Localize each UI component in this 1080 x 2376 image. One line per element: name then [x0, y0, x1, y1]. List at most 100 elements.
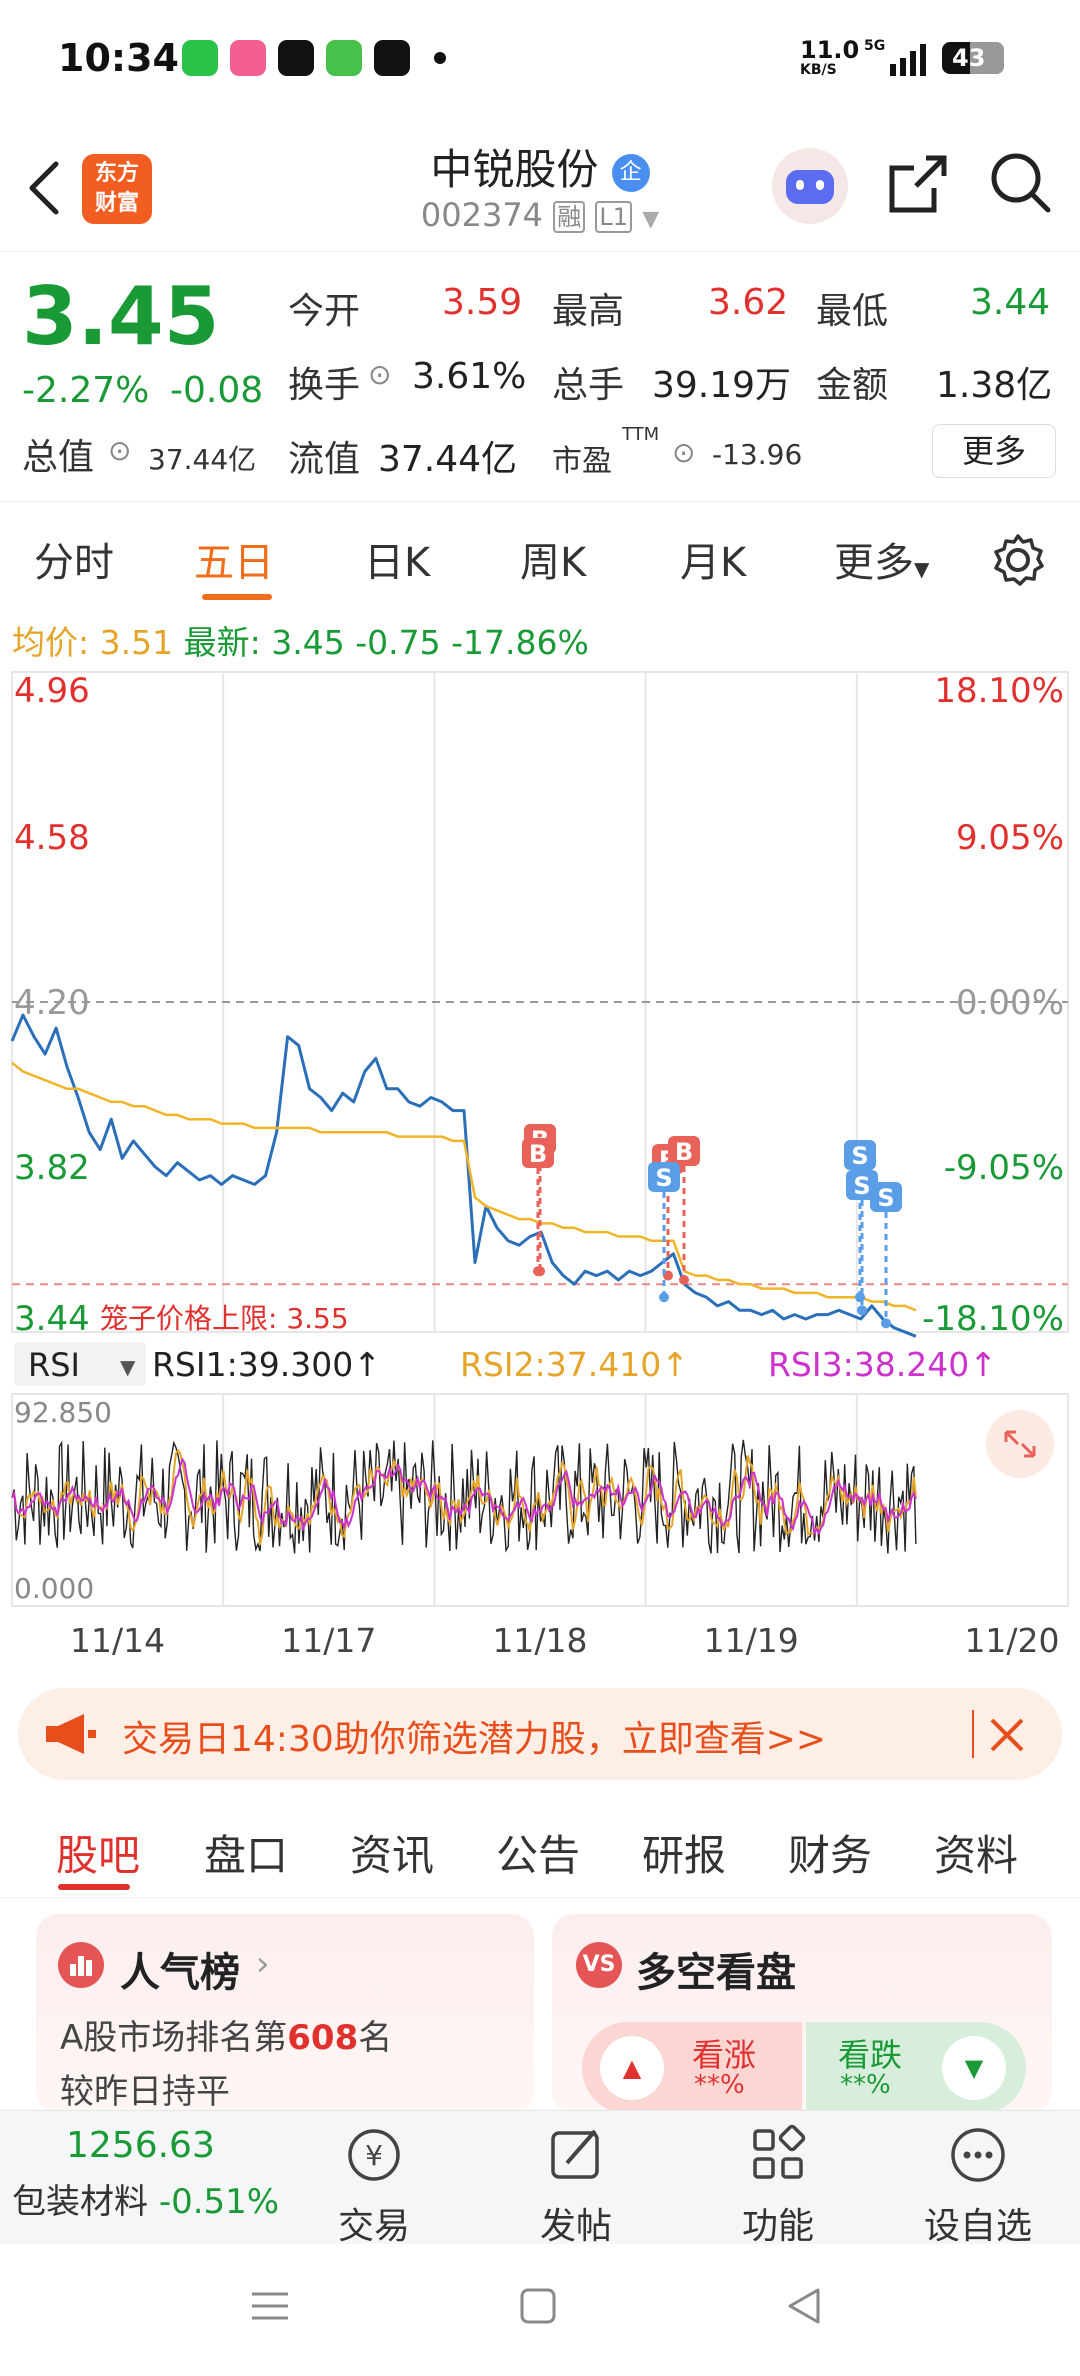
- volume-label: 总手: [552, 365, 625, 406]
- marker-dot: [679, 1274, 689, 1285]
- sell-marker-label: S: [877, 1184, 894, 1212]
- bilibili-icon: [230, 40, 266, 76]
- tab-research[interactable]: 研报: [642, 1822, 726, 1883]
- vs-icon: VS: [576, 1942, 622, 1988]
- high-value: 3.62: [708, 282, 789, 323]
- tab-five-day[interactable]: 五日: [194, 530, 274, 588]
- back-triangle-icon[interactable]: [782, 2284, 826, 2328]
- down-triangle-icon: ▼: [942, 2036, 1006, 2100]
- tab-more[interactable]: 更多▼: [834, 530, 929, 588]
- y-tick-right: 18.10%: [934, 671, 1064, 711]
- latest-change: -0.75: [355, 623, 441, 662]
- settings-gear-icon[interactable]: [990, 532, 1046, 588]
- buy-marker-label: B: [675, 1138, 693, 1166]
- tab-profile[interactable]: 资料: [934, 1822, 1018, 1883]
- sector-row: 包装材料 -0.51%: [12, 2174, 300, 2223]
- level-tag: L1: [595, 201, 633, 233]
- bullbear-title: 多空看盘: [636, 1950, 796, 1996]
- expand-icon: [986, 1410, 1054, 1478]
- turnover-info-icon[interactable]: ⊙: [368, 358, 391, 391]
- grid-apps-icon: [753, 2124, 806, 2179]
- x-tick-label: 11/18: [492, 1621, 587, 1660]
- amount-value: 1.38亿: [936, 365, 1053, 406]
- pe-value: -13.96: [712, 438, 803, 471]
- svg-text:¥: ¥: [365, 2139, 383, 2172]
- nav-functions-label: 功能: [741, 2206, 814, 2247]
- pe-sup: TTM: [622, 424, 660, 445]
- net-speed: 11.0: [800, 36, 860, 64]
- menu-icon[interactable]: [248, 2284, 292, 2328]
- share-icon[interactable]: [886, 152, 950, 216]
- stock-name: 中锐股份: [430, 145, 599, 194]
- home-icon[interactable]: [516, 2284, 560, 2328]
- dropdown-icon: ▼: [642, 207, 660, 232]
- tab-news[interactable]: 资讯: [350, 1822, 434, 1883]
- nav-functions[interactable]: 功能: [698, 2123, 858, 2249]
- robot-assistant-icon[interactable]: [772, 148, 848, 224]
- clock: 10:34: [58, 36, 179, 80]
- rsi-tick-bottom: 0.000: [14, 1572, 94, 1605]
- close-icon[interactable]: [986, 1714, 1028, 1756]
- rank-number: 608: [287, 2018, 359, 2058]
- x-axis-date-labels: 11/14 11/17 11/18 11/19 11/20: [70, 1621, 1060, 1660]
- sell-marker-label: S: [655, 1164, 672, 1192]
- current-price: 3.45: [22, 270, 220, 363]
- avg-line: [11, 1061, 917, 1312]
- avg-latest-row: 均价: 3.51 最新: 3.45 -0.75 -17.86%: [12, 616, 589, 664]
- tab-monthly-k[interactable]: 月K: [680, 530, 746, 588]
- bear-button[interactable]: 看跌 **% ▼: [806, 2022, 1026, 2114]
- y-tick-left: 3.44: [14, 1299, 90, 1339]
- sell-marker-label: S: [853, 1172, 870, 1200]
- rsi-selector-caret-icon: ▼: [120, 1355, 136, 1379]
- nav-post[interactable]: 发帖: [496, 2123, 656, 2249]
- pe-label: 市盈: [552, 444, 612, 479]
- more-button[interactable]: 更多: [932, 424, 1056, 478]
- rsi-tick-top: 92.850: [14, 1396, 112, 1429]
- nav-add-watchlist-label: 设自选: [923, 2206, 1032, 2247]
- battery-icon: 43: [942, 42, 1004, 74]
- quote-panel: 3.45 -2.27% -0.08 总值 ⊙ 37.44亿 今开 3.59 最高…: [0, 252, 1080, 502]
- popularity-card[interactable]: 人气榜 › A股市场排名第608名 较昨日持平: [36, 1914, 534, 2114]
- tab-daily-k[interactable]: 日K: [364, 530, 430, 588]
- turnover-value: 3.61%: [412, 356, 527, 397]
- five-day-chart[interactable]: 4.96 18.10% 4.58 9.05% 4.20 0.00% 3.82 -9.05% 3.…: [0, 666, 1080, 1666]
- info-icon[interactable]: ⊙: [108, 434, 131, 467]
- pe-info-icon[interactable]: ⊙: [672, 436, 695, 469]
- bull-bear-card[interactable]: VS 多空看盘 ▲ 看涨 **% 看跌 **% ▼: [552, 1914, 1052, 2114]
- nav-trade[interactable]: ¥ 交易: [294, 2123, 454, 2249]
- stock-header: 东方 财富 中锐股份 企 002374 融 L1 ▼: [0, 118, 1080, 252]
- sector-name: 包装材料: [12, 2182, 148, 2222]
- tab-intraday[interactable]: 分时: [34, 530, 114, 588]
- tab-financials[interactable]: 财务: [788, 1822, 872, 1883]
- rank-suffix: 名: [358, 2018, 393, 2058]
- marker-dot: [881, 1318, 891, 1329]
- tab-guba[interactable]: 股吧: [56, 1822, 140, 1883]
- y-tick-right: 9.05%: [956, 818, 1064, 858]
- sector-value: 1256.63: [66, 2125, 215, 2166]
- sector-index[interactable]: 1256.63 包装材料 -0.51%: [0, 2125, 300, 2223]
- net-unit: KB/S: [800, 62, 837, 78]
- rsi-selector-label: RSI: [28, 1346, 80, 1384]
- margin-tag: 融: [553, 201, 586, 233]
- svg-text:5G: 5G: [864, 38, 885, 54]
- nav-add-watchlist[interactable]: 设自选: [898, 2123, 1058, 2249]
- search-icon[interactable]: [988, 150, 1054, 216]
- cage-limit-label: 笼子价格上限: 3.55: [100, 1302, 349, 1335]
- wechat-icon: [182, 40, 218, 76]
- x-tick-label: 11/14: [70, 1621, 165, 1660]
- sell-marker-label: S: [851, 1142, 868, 1170]
- edit-icon: [551, 2129, 599, 2179]
- dot-icon: [434, 52, 446, 64]
- stock-code: 002374: [420, 196, 544, 234]
- bull-button[interactable]: ▲ 看涨 **%: [582, 2022, 802, 2114]
- float-value: 37.44亿: [378, 439, 518, 480]
- volume-value: 39.19万: [652, 365, 792, 406]
- chart-period-tabs: 分时 五日 日K 周K 月K 更多▼: [0, 502, 1080, 610]
- tab-announcements[interactable]: 公告: [496, 1822, 580, 1883]
- signal-icon: 5G: [864, 38, 926, 76]
- main-chart-series: [10, 1013, 917, 1338]
- tab-pankou[interactable]: 盘口: [204, 1822, 288, 1883]
- y-tick-right: -18.10%: [922, 1299, 1064, 1339]
- promo-banner[interactable]: 交易日14:30助你筛选潜力股，立即查看>>: [18, 1688, 1062, 1780]
- tab-weekly-k[interactable]: 周K: [520, 530, 586, 588]
